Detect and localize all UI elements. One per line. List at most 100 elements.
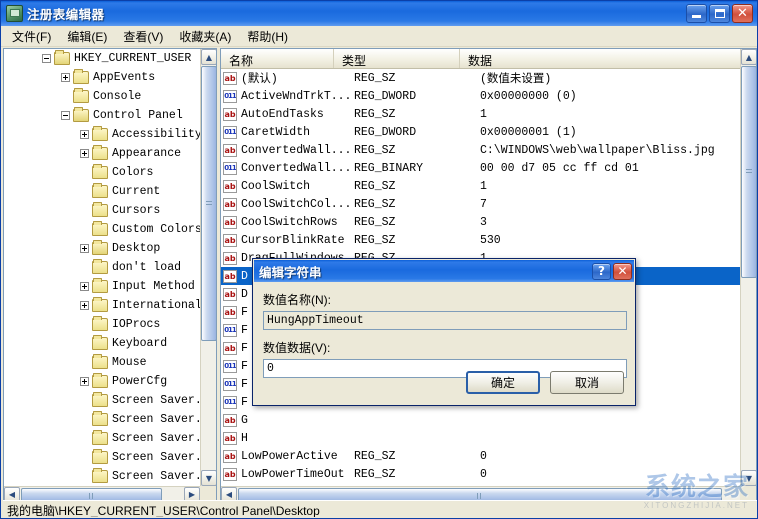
expand-icon[interactable] [80, 149, 89, 158]
tree-spacer [80, 358, 89, 367]
tree-node[interactable]: Screen Saver.3DF [4, 391, 201, 410]
menu-item-1[interactable]: 编辑(E) [59, 26, 115, 47]
minimize-button[interactable] [686, 4, 707, 23]
tree-node[interactable]: IOProcs [4, 315, 201, 334]
cancel-button[interactable]: 取消 [550, 371, 624, 394]
expand-icon[interactable] [80, 244, 89, 253]
tree-node[interactable]: Cursors [4, 201, 201, 220]
close-button[interactable]: ✕ [732, 4, 753, 23]
tree-node[interactable]: Screen Saver.3DP [4, 410, 201, 429]
tree-node[interactable]: Mouse [4, 353, 201, 372]
folder-icon [92, 204, 108, 217]
values-scroll-thumb[interactable] [741, 66, 757, 278]
value-row[interactable]: 011CaretWidthREG_DWORD0x00000001 (1) [221, 123, 740, 141]
ok-button[interactable]: 确定 [466, 371, 540, 394]
value-row[interactable]: ab H [221, 429, 740, 447]
value-name-cell: H [241, 432, 354, 445]
expand-icon[interactable] [80, 282, 89, 291]
tree-node[interactable]: Keyboard [4, 334, 201, 353]
value-type-cell: REG_SZ [354, 216, 480, 229]
value-row[interactable]: abG [221, 411, 740, 429]
column-header-1[interactable]: 类型 [334, 49, 460, 68]
registry-tree: HKEY_CURRENT_USERAppEventsConsole Control… [4, 49, 201, 487]
menu-item-0[interactable]: 文件(F) [4, 26, 59, 47]
dialog-button-row: 确定 取消 [466, 371, 624, 394]
value-row[interactable]: abConvertedWall...REG_SZC:\WINDOWS\web\w… [221, 141, 740, 159]
tree-node[interactable]: Console [4, 87, 201, 106]
column-header-0[interactable]: 名称 [221, 49, 334, 68]
tree-spacer [80, 415, 89, 424]
expand-icon[interactable] [80, 130, 89, 139]
tree-spacer [80, 187, 89, 196]
tree-node[interactable]: Appearance [4, 144, 201, 163]
tree-node[interactable]: Desktop [4, 239, 201, 258]
value-row[interactable]: abCursorBlinkRateREG_SZ530 [221, 231, 740, 249]
value-row[interactable]: abLowPowerTimeOutREG_SZ0 [221, 465, 740, 483]
folder-icon [92, 451, 108, 464]
tree-node[interactable]: Input Method [4, 277, 201, 296]
tree-spacer [80, 472, 89, 481]
tree-node[interactable]: International [4, 296, 201, 315]
value-name-cell: ConvertedWall... [241, 162, 354, 175]
tree-node[interactable]: Custom Colors [4, 220, 201, 239]
tree-vertical-scrollbar[interactable]: ▲ ▼ [200, 49, 216, 486]
dialog-close-button[interactable]: ✕ [613, 263, 632, 280]
value-row[interactable]: abAutoEndTasksREG_SZ1 [221, 105, 740, 123]
value-row[interactable]: abLowPowerActiveREG_SZ0 [221, 447, 740, 465]
folder-icon [92, 470, 108, 483]
value-row[interactable]: abCoolSwitchRowsREG_SZ3 [221, 213, 740, 231]
menu-item-2[interactable]: 查看(V) [115, 26, 171, 47]
tree-scroll-down-button[interactable]: ▼ [201, 470, 217, 486]
string-value-icon: ab [223, 432, 237, 445]
value-data-cell: C:\WINDOWS\web\wallpaper\Bliss.jpg [480, 144, 740, 157]
minimize-icon [692, 15, 701, 18]
tree-node-label: Cursors [112, 204, 160, 217]
tree-node[interactable]: Screen Saver.Mys [4, 467, 201, 486]
collapse-icon[interactable] [61, 111, 70, 120]
expand-icon[interactable] [80, 301, 89, 310]
value-name-label: 数值名称(N): [263, 291, 625, 308]
dialog-help-button[interactable]: ? [592, 263, 611, 280]
tree-scroll-thumb[interactable] [201, 66, 217, 341]
tree-spacer [80, 168, 89, 177]
tree-node[interactable]: Screen Saver.Mar [4, 448, 201, 467]
tree-node-label: don't load [112, 261, 181, 274]
tree-node[interactable]: HKEY_CURRENT_USER [4, 49, 201, 68]
values-scroll-up-button[interactable]: ▲ [741, 49, 757, 65]
tree-node[interactable]: Screen Saver.Bez [4, 429, 201, 448]
values-vertical-scrollbar[interactable]: ▲ ▼ [740, 49, 756, 486]
tree-node-label: Control Panel [93, 109, 183, 122]
value-row[interactable]: abCoolSwitchCol...REG_SZ7 [221, 195, 740, 213]
tree-node[interactable]: Control Panel [4, 106, 201, 125]
menu-item-4[interactable]: 帮助(H) [239, 26, 296, 47]
tree-node[interactable]: AppEvents [4, 68, 201, 87]
folder-icon [73, 109, 89, 122]
maximize-button[interactable] [709, 4, 730, 23]
tree-node[interactable]: don't load [4, 258, 201, 277]
column-header-2[interactable]: 数据 [460, 49, 756, 68]
tree-node[interactable]: Accessibility [4, 125, 201, 144]
value-row[interactable]: 011ActiveWndTrkT...REG_DWORD0x00000000 (… [221, 87, 740, 105]
value-row[interactable]: ab(默认)REG_SZ(数值未设置) [221, 69, 740, 87]
value-row[interactable]: 011ConvertedWall...REG_BINARY00 00 d7 05… [221, 159, 740, 177]
tree-node[interactable]: Current [4, 182, 201, 201]
value-name-input[interactable]: HungAppTimeout [263, 311, 627, 330]
folder-icon [92, 337, 108, 350]
menu-item-3[interactable]: 收藏夹(A) [171, 26, 239, 47]
value-row[interactable]: abCoolSwitchREG_SZ1 [221, 177, 740, 195]
folder-icon [92, 147, 108, 160]
folder-icon [54, 52, 70, 65]
expand-icon[interactable] [80, 377, 89, 386]
expand-icon[interactable] [61, 73, 70, 82]
tree-node-label: Screen Saver.Mar [112, 451, 201, 464]
tree-node[interactable]: Colors [4, 163, 201, 182]
value-data-cell: (数值未设置) [480, 70, 740, 86]
registry-tree-panel[interactable]: HKEY_CURRENT_USERAppEventsConsole Control… [3, 48, 217, 503]
value-name-cell: CoolSwitchRows [241, 216, 354, 229]
tree-scroll-up-button[interactable]: ▲ [201, 49, 217, 65]
values-scroll-down-button[interactable]: ▼ [741, 470, 757, 486]
tree-spacer [80, 206, 89, 215]
tree-node-label: Custom Colors [112, 223, 201, 236]
tree-node[interactable]: PowerCfg [4, 372, 201, 391]
collapse-icon[interactable] [42, 54, 51, 63]
